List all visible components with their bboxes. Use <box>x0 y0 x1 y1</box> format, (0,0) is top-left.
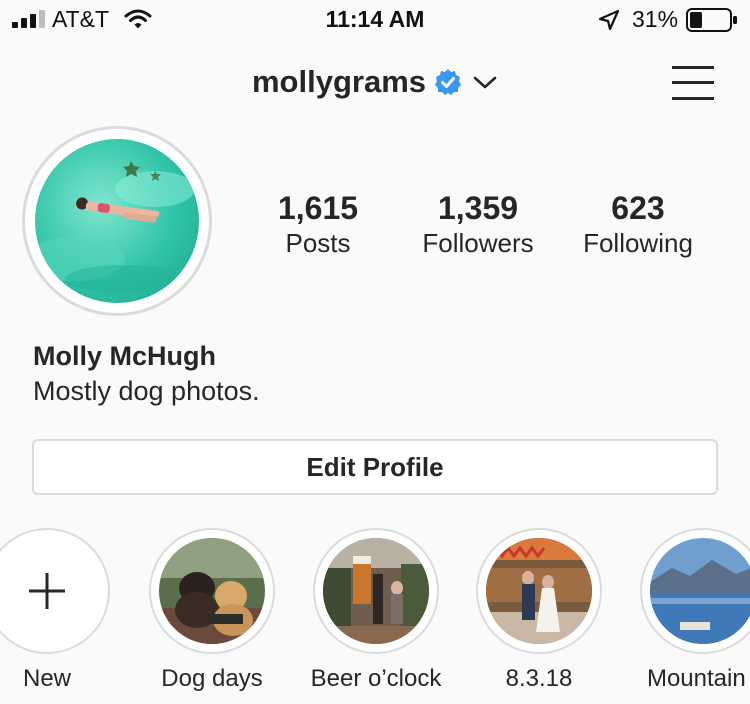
highlight-item[interactable]: Dog days <box>132 528 292 704</box>
profile-full-name: Molly McHugh <box>33 341 216 371</box>
profile-avatar[interactable] <box>22 126 212 316</box>
stat-value: 1,359 <box>437 190 519 226</box>
highlight-ring <box>0 528 110 654</box>
profile-header: mollygrams <box>0 50 750 114</box>
highlight-label: Mountain t <box>646 665 750 692</box>
highlight-cover-image <box>159 538 265 644</box>
highlight-cover-image <box>323 538 429 644</box>
stat-label: Following <box>583 228 693 258</box>
verified-badge-icon <box>435 69 461 95</box>
following-count[interactable]: 623 Following <box>558 190 718 260</box>
avatar-photo <box>35 139 199 303</box>
avatar-image <box>35 161 195 293</box>
plus-icon <box>29 573 65 609</box>
followers-count[interactable]: 1,359 Followers <box>398 190 558 260</box>
status-bar: AT&T 11:14 AM 31% <box>0 0 750 40</box>
highlight-label: Beer o’clock <box>310 665 442 692</box>
highlight-item[interactable]: 8.3.18 <box>459 528 619 704</box>
profile-bio: Mostly dog photos. <box>33 376 260 406</box>
highlight-label: New <box>22 665 71 692</box>
stat-value: 623 <box>611 190 665 226</box>
username-title[interactable]: mollygrams <box>252 64 426 100</box>
highlight-cover-image <box>650 538 750 644</box>
battery-icon <box>686 8 737 32</box>
highlight-item[interactable]: Mountain t <box>623 528 750 704</box>
highlight-ring <box>640 528 750 654</box>
chevron-down-icon[interactable] <box>472 72 498 92</box>
highlight-new[interactable]: New <box>0 528 127 704</box>
account-switcher[interactable]: mollygrams <box>0 64 750 100</box>
highlight-ring <box>313 528 439 654</box>
stat-value: 1,615 <box>277 190 359 226</box>
posts-count[interactable]: 1,615 Posts <box>238 190 398 260</box>
battery-percent: 31% <box>632 6 679 32</box>
highlight-label: 8.3.18 <box>505 665 573 692</box>
highlight-cover-image <box>486 538 592 644</box>
stat-label: Posts <box>285 228 351 258</box>
highlight-ring <box>149 528 275 654</box>
hamburger-menu-icon[interactable] <box>670 64 716 102</box>
highlight-item[interactable]: Beer o’clock <box>296 528 456 704</box>
edit-profile-button[interactable]: Edit Profile <box>32 439 718 495</box>
highlight-ring <box>476 528 602 654</box>
highlight-label: Dog days <box>161 665 263 692</box>
stat-label: Followers <box>422 228 534 258</box>
location-arrow-icon <box>598 9 620 31</box>
